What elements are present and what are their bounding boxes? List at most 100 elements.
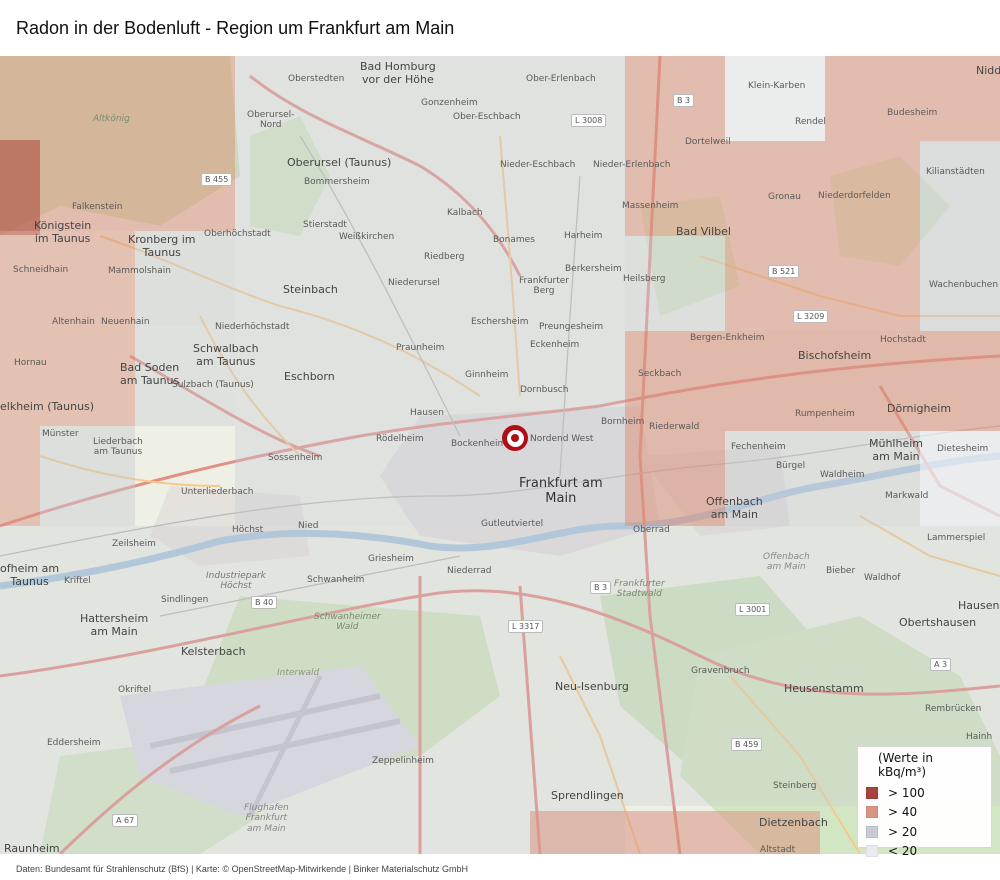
place-bergen-enkheim: Bergen-Enkheim (690, 333, 765, 343)
place-bornheim: Bornheim (601, 417, 645, 427)
place-fechenheim: Fechenheim (731, 442, 786, 452)
place-zeilsheim: Zeilsheim (112, 539, 156, 549)
place-bad-vilbel: Bad Vilbel (676, 225, 731, 238)
place-obertshausen: Obertshausen (899, 616, 977, 629)
road-l3317: L 3317 (508, 620, 544, 633)
place-hausen: Hausen (410, 408, 444, 418)
place-oberrad: Oberrad (633, 525, 670, 535)
place-waldheim: Waldheim (820, 470, 865, 480)
place-griesheim: Griesheim (368, 554, 414, 564)
place-ober-erlenbach: Ober-Erlenbach (526, 74, 596, 84)
place-ober-eschbach: Ober-Eschbach (453, 112, 521, 122)
road-a67: A 67 (112, 814, 139, 827)
place-berkersheim: Berkersheim (565, 264, 622, 274)
place-hoechst: Höchst (232, 525, 264, 535)
legend-item: < 20 (866, 842, 983, 862)
place-sossenheim: Sossenheim (268, 453, 323, 463)
place-kelsterbach: Kelsterbach (181, 645, 246, 658)
place-oberhoechstadt: Oberhöchstadt (204, 229, 271, 239)
place-markwald: Markwald (885, 491, 929, 501)
place-okriftel: Okriftel (118, 685, 152, 695)
place-waldhof: Waldhof (864, 573, 901, 583)
place-kalbach: Kalbach (447, 208, 483, 218)
place-budesheim: Budesheim (887, 108, 938, 118)
place-frankfurt: Frankfurt am Main (519, 476, 603, 506)
place-rendel: Rendel (795, 117, 826, 127)
place-niederhoechstadt: Niederhöchstadt (215, 322, 290, 332)
place-mammolshain: Mammolshain (108, 266, 171, 276)
place-weisskirchen: Weißkirchen (339, 232, 395, 242)
road-a3: A 3 (930, 658, 952, 671)
place-oberursel: Oberursel (Taunus) (287, 156, 392, 169)
place-falkenstein: Falkenstein (72, 202, 123, 212)
place-schwalbach: Schwalbach am Taunus (193, 342, 259, 368)
place-massenheim: Massenheim (622, 201, 679, 211)
place-riedberg: Riedberg (424, 252, 465, 262)
place-preungesheim: Preungesheim (539, 322, 604, 332)
location-marker-dot (511, 434, 519, 442)
legend-item: > 20 (866, 822, 983, 842)
radon-map[interactable]: Oberstedten Bad Homburg vor der Höhe Obe… (0, 56, 1000, 854)
place-neuenhain: Neuenhain (101, 317, 150, 327)
place-zeppelinheim: Zeppelinheim (372, 756, 434, 766)
road-b455: B 455 (201, 173, 233, 186)
legend-label: < 20 (888, 844, 918, 859)
place-niederursel: Niederursel (388, 278, 440, 288)
place-gronau: Gronau (768, 192, 801, 202)
place-bieber: Bieber (826, 566, 856, 576)
place-burgel: Bürgel (776, 461, 806, 471)
place-eckenheim: Eckenheim (530, 340, 580, 350)
place-seckbach: Seckbach (638, 369, 682, 379)
road-l3209: L 3209 (793, 310, 829, 323)
location-marker[interactable] (502, 425, 528, 451)
place-bad-homburg: Bad Homburg vor der Höhe (360, 60, 436, 86)
legend-item: > 100 (866, 783, 983, 803)
place-oberstedten: Oberstedten (288, 74, 345, 84)
place-dietzenbach: Dietzenbach (759, 816, 828, 829)
place-nidd: Nidd (976, 64, 1000, 77)
footer-credits: Daten: Bundesamt für Strahlenschutz (BfS… (16, 864, 468, 874)
place-nieder-eschbach: Nieder-Eschbach (500, 160, 576, 170)
legend-item: > 40 (866, 803, 983, 823)
place-niederdorfelden: Niederdorfelden (818, 191, 891, 201)
road-b521: B 521 (768, 265, 800, 278)
place-unterliederbach: Unterliederbach (181, 487, 254, 497)
location-marker-ring (506, 429, 524, 447)
place-bischofsheim: Bischofsheim (798, 349, 872, 362)
place-dortelweil: Dortelweil (685, 137, 731, 147)
place-altstadt: Altstadt (760, 845, 796, 854)
place-offenbach: Offenbach am Main (706, 495, 763, 521)
place-stierstadt: Stierstadt (303, 220, 347, 230)
place-eddersheim: Eddersheim (47, 738, 101, 748)
place-steinbach: Steinbach (283, 283, 338, 296)
legend-label: > 100 (888, 785, 925, 800)
road-b459: B 459 (731, 738, 763, 751)
legend-swatch (866, 806, 878, 819)
place-bad-soden: Bad Soden am Taunus (120, 361, 180, 387)
map-legend: (Werte in kBq/m³) > 100 > 40 > 20 < 20 (857, 746, 992, 858)
place-klein-karben: Klein-Karben (748, 81, 806, 91)
place-altenhain: Altenhain (52, 317, 95, 327)
place-altkoenig: Altkönig (93, 114, 130, 124)
place-gutleutviertel: Gutleutviertel (481, 519, 544, 529)
place-wachenbuchen: Wachenbuchen (929, 280, 999, 290)
road-b40: B 40 (251, 596, 278, 609)
legend-swatch (866, 786, 878, 799)
place-hainh: Hainh (966, 732, 993, 742)
place-koenigstein: Königstein im Taunus (34, 219, 92, 245)
place-niederrad: Niederrad (447, 566, 492, 576)
place-sulzbach: Sulzbach (Taunus) (172, 380, 254, 390)
place-harheim: Harheim (564, 231, 603, 241)
place-dornbusch: Dornbusch (520, 385, 569, 395)
place-neu-isenburg: Neu-Isenburg (555, 680, 629, 693)
place-nordend-west: Nordend West (530, 434, 594, 444)
place-muenster: Münster (42, 429, 79, 439)
place-raunheim: Raunheim (4, 842, 60, 854)
place-hofheim-main: ofheim am Taunus (0, 562, 60, 588)
road-l3001: L 3001 (735, 603, 771, 616)
legend-swatch (866, 825, 878, 838)
road-b3-north: B 3 (673, 94, 695, 107)
road-l3008: L 3008 (571, 114, 607, 127)
place-gonzenheim: Gonzenheim (421, 98, 478, 108)
place-doernigheim: Dörnigheim (887, 402, 952, 415)
